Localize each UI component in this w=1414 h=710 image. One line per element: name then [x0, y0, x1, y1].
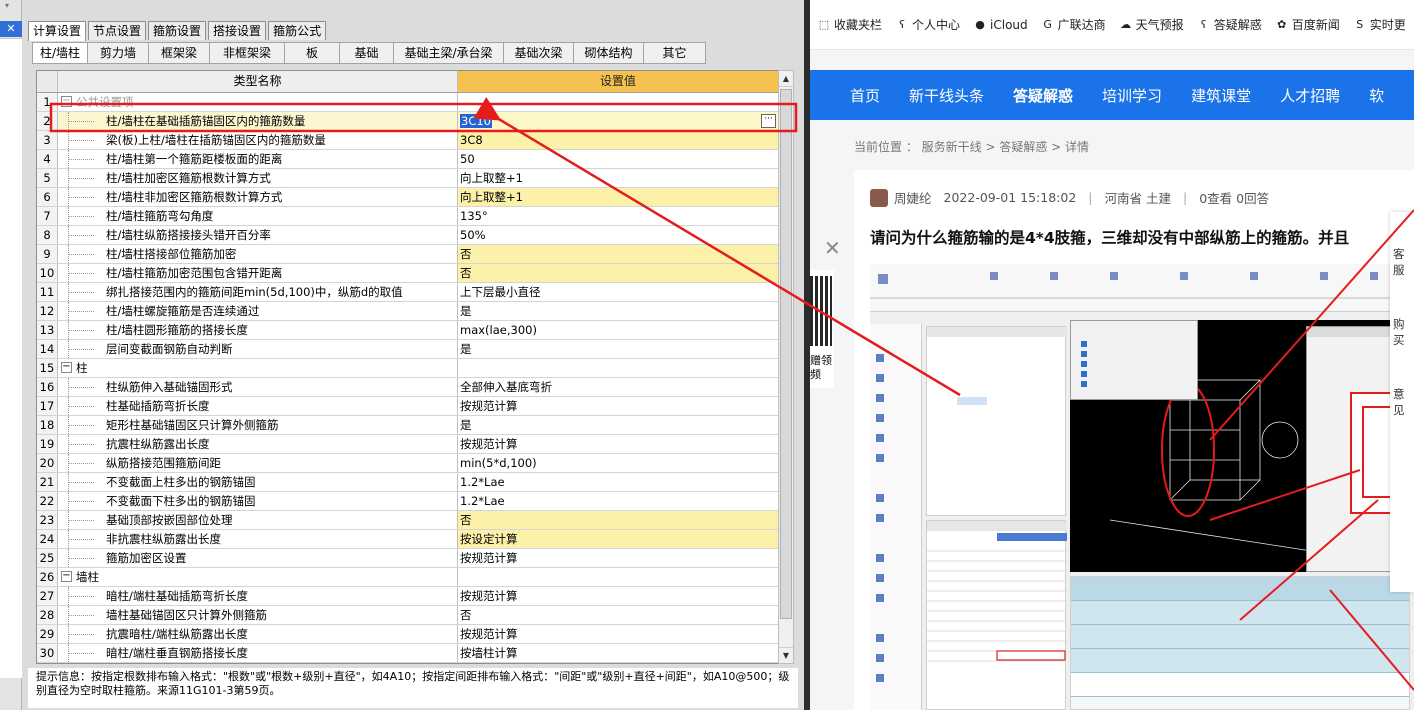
annotation-arrow-right-upper	[1209, 209, 1414, 441]
highlight-box	[49, 102, 798, 133]
annotation-arrow-table	[1239, 499, 1379, 621]
annotation-arrow-main	[473, 97, 961, 397]
annotation-overlay	[49, 97, 1414, 691]
annotation-arrow-lower	[1329, 589, 1414, 691]
annotation-arrow-box	[1209, 469, 1361, 521]
